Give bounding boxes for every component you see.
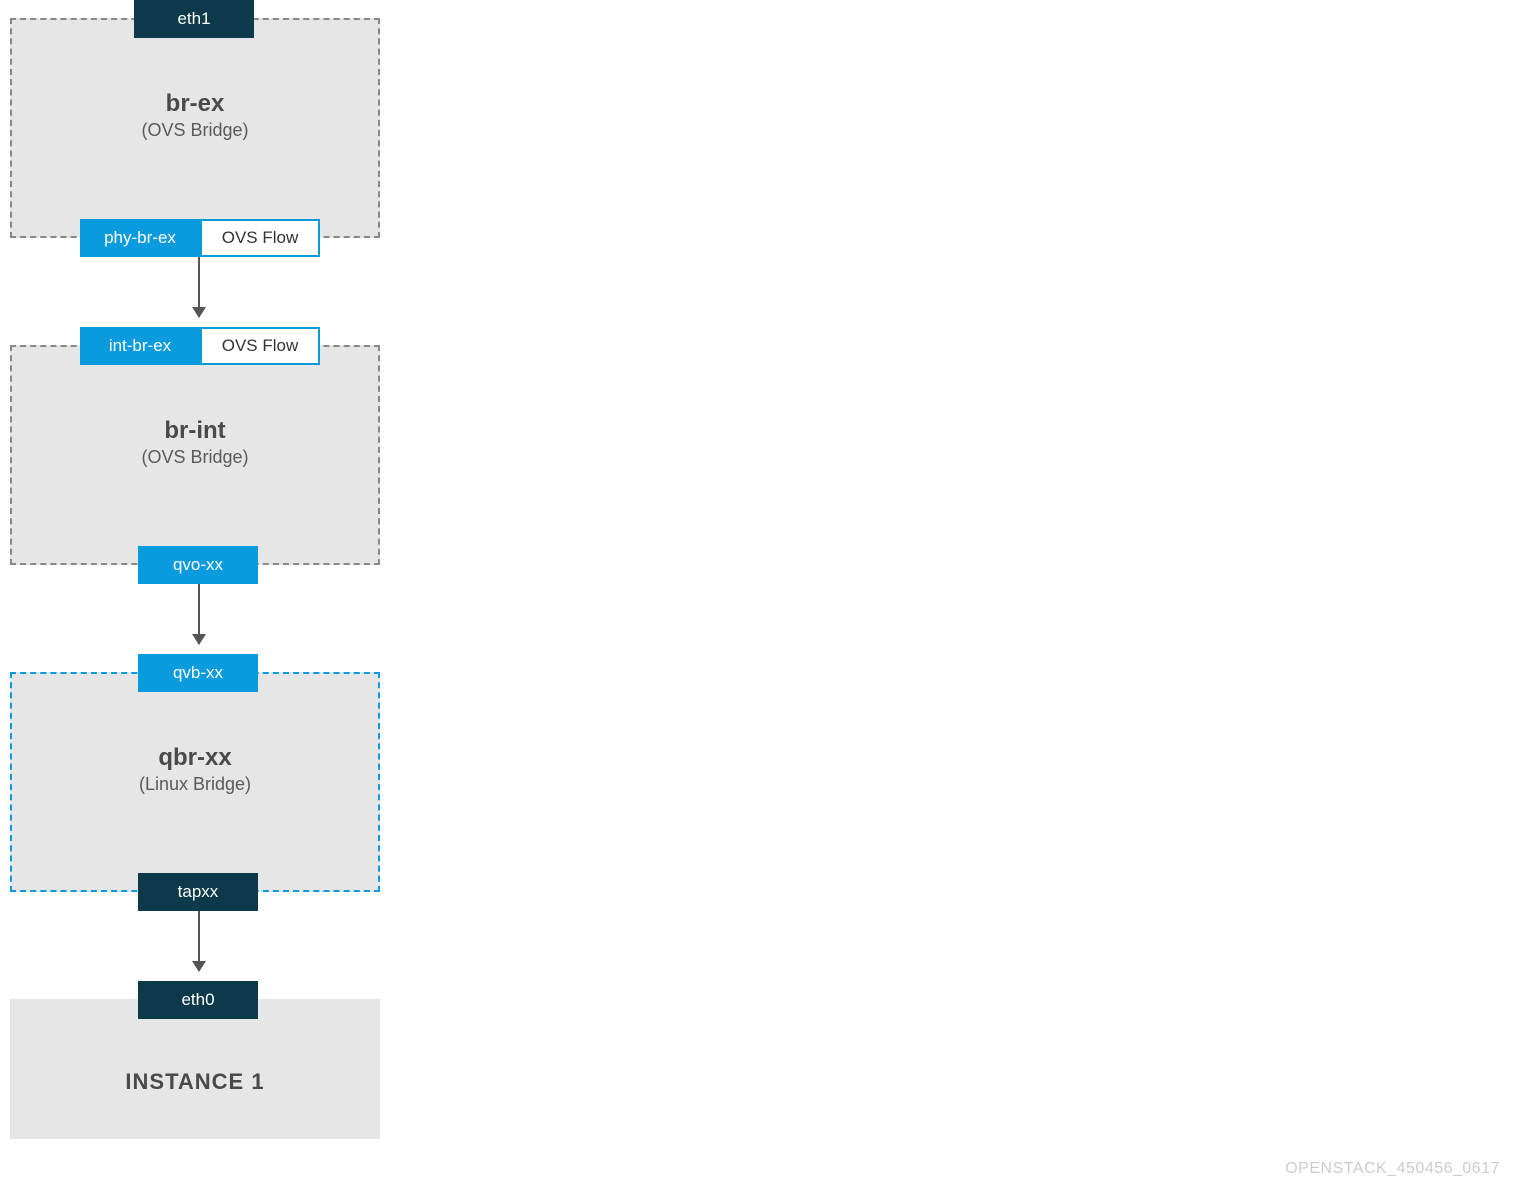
br-int-title: br-int — [12, 417, 378, 445]
qbr-title: qbr-xx — [12, 744, 378, 772]
qbr-subtitle: (Linux Bridge) — [12, 774, 378, 795]
arrow-3 — [198, 911, 200, 971]
br-ex-subtitle: (OVS Bridge) — [12, 120, 378, 141]
tap-chip: tapxx — [138, 873, 258, 911]
arrow-2 — [198, 584, 200, 644]
instance-box: INSTANCE 1 — [10, 999, 380, 1139]
int-br-ex-chip: int-br-ex — [80, 327, 200, 365]
ovs-flow-1-chip: OVS Flow — [200, 219, 320, 257]
br-int-box: br-int (OVS Bridge) — [10, 345, 380, 565]
br-ex-box: br-ex (OVS Bridge) — [10, 18, 380, 238]
qvo-chip: qvo-xx — [138, 546, 258, 584]
qbr-box: qbr-xx (Linux Bridge) — [10, 672, 380, 892]
eth0-chip: eth0 — [138, 981, 258, 1019]
br-int-subtitle: (OVS Bridge) — [12, 447, 378, 468]
footer-id: OPENSTACK_450456_0617 — [1285, 1160, 1500, 1178]
qvb-chip: qvb-xx — [138, 654, 258, 692]
ovs-flow-2-chip: OVS Flow — [200, 327, 320, 365]
eth1-chip: eth1 — [134, 0, 254, 38]
phy-br-ex-chip: phy-br-ex — [80, 219, 200, 257]
arrow-1 — [198, 257, 200, 317]
br-ex-title: br-ex — [12, 90, 378, 118]
instance-title: INSTANCE 1 — [10, 1069, 380, 1095]
